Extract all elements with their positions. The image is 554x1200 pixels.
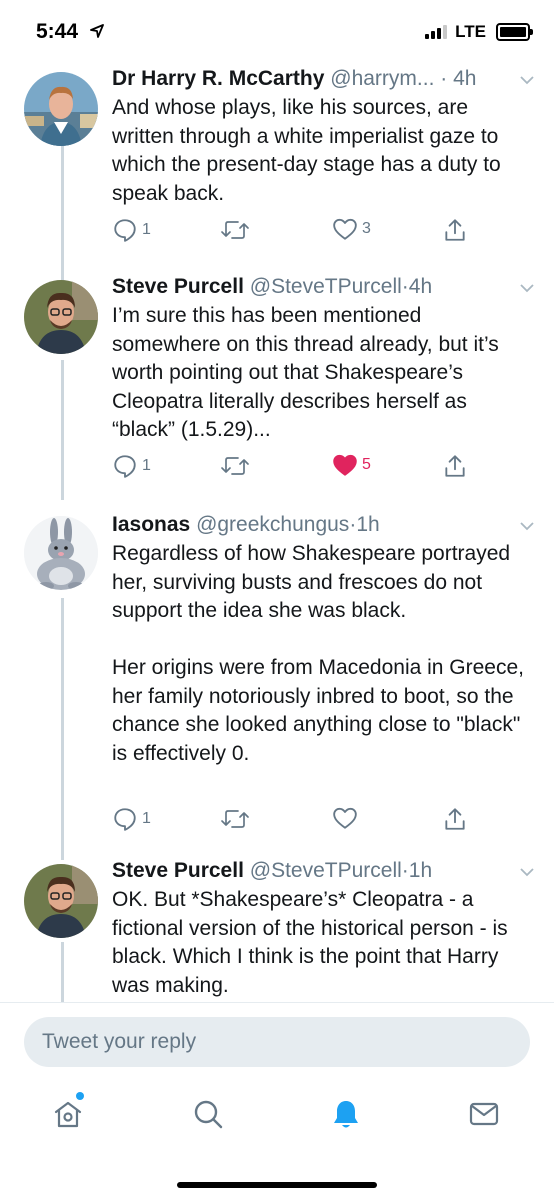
retweet-button[interactable] — [220, 217, 254, 243]
reply-button[interactable]: 1 — [112, 453, 151, 479]
thread-connector — [61, 598, 64, 860]
tweet-actions: 1 5 — [112, 453, 532, 483]
share-button[interactable] — [442, 453, 468, 479]
tweet-actions: 1 — [112, 806, 532, 836]
home-icon — [54, 1101, 82, 1128]
timestamp[interactable]: 1h — [356, 513, 379, 536]
reply-count: 1 — [142, 457, 151, 474]
reply-button[interactable]: 1 — [112, 217, 151, 243]
new-content-dot — [76, 1092, 84, 1100]
tweet-header: Steve Purcell @SteveTPurcell·4h — [112, 274, 532, 300]
avatar[interactable] — [24, 280, 98, 354]
handle[interactable]: @SteveTPurcell — [250, 859, 402, 882]
search-icon — [194, 1100, 223, 1129]
tab-search[interactable] — [188, 1094, 228, 1134]
chevron-down-icon[interactable] — [520, 284, 534, 293]
tab-home[interactable] — [48, 1092, 88, 1134]
separator-dot: · — [440, 67, 448, 90]
share-icon — [445, 219, 465, 241]
chevron-down-icon[interactable] — [520, 76, 534, 85]
separator-dot: · — [401, 275, 409, 298]
heart-icon — [333, 218, 357, 240]
tab-messages[interactable] — [464, 1094, 504, 1134]
share-button[interactable] — [442, 217, 468, 243]
retweet-icon — [221, 810, 249, 828]
thread-connector — [61, 942, 64, 1002]
heart-filled-icon — [333, 454, 357, 476]
handle[interactable]: @harrym... — [330, 67, 434, 90]
tweet-text: Regardless of how Shakespeare portrayed … — [112, 542, 525, 765]
avatar[interactable] — [24, 516, 98, 590]
reply-placeholder: Tweet your reply — [42, 1030, 197, 1053]
retweet-icon — [221, 457, 249, 475]
like-button[interactable] — [332, 806, 362, 830]
network-label: LTE — [455, 22, 486, 41]
avatar[interactable] — [24, 864, 98, 938]
avatar[interactable] — [24, 72, 98, 146]
reply-count: 1 — [142, 810, 151, 827]
reply-button[interactable]: 1 — [112, 806, 151, 832]
messages-icon — [469, 1102, 499, 1126]
tweet-header: Dr Harry R. McCarthy @harrym... · 4h — [112, 66, 532, 92]
heart-icon — [333, 807, 357, 829]
status-bar: 5:44 LTE — [0, 0, 554, 66]
handle[interactable]: @greekchungus — [196, 513, 349, 536]
display-name[interactable]: Iasonas — [112, 513, 190, 536]
display-name[interactable]: Steve Purcell — [112, 859, 244, 882]
tab-bar — [0, 1072, 554, 1200]
tweet-header: Iasonas @greekchungus·1h — [112, 512, 532, 538]
location-arrow-icon — [90, 24, 104, 38]
reply-count: 1 — [142, 221, 151, 238]
tweet-text: And whose plays, like his sources, are w… — [112, 96, 507, 205]
retweet-button[interactable] — [220, 453, 254, 479]
reply-thread[interactable]: Dr Harry R. McCarthy @harrym... · 4h And… — [0, 66, 554, 1002]
retweet-icon — [221, 221, 249, 239]
tweet-header: Steve Purcell @SteveTPurcell·1h — [112, 858, 532, 884]
handle[interactable]: @SteveTPurcell — [250, 275, 402, 298]
notifications-icon — [334, 1101, 358, 1128]
home-indicator[interactable] — [177, 1182, 377, 1188]
status-indicators: LTE — [425, 22, 533, 42]
like-count: 3 — [362, 220, 371, 237]
like-button[interactable]: 5 — [332, 453, 371, 477]
chevron-down-icon[interactable] — [520, 522, 534, 531]
reply-icon — [114, 219, 136, 242]
tweet-actions: 1 3 — [112, 217, 532, 247]
display-name[interactable]: Steve Purcell — [112, 275, 244, 298]
status-time: 5:44 — [36, 20, 79, 43]
tweet-content: Dr Harry R. McCarthy @harrym... · 4h And… — [112, 66, 532, 208]
timestamp[interactable]: 4h — [453, 67, 476, 90]
share-button[interactable] — [442, 806, 468, 832]
signal-icon — [425, 25, 448, 39]
share-icon — [445, 808, 465, 830]
reply-input[interactable]: Tweet your reply — [24, 1017, 530, 1067]
retweet-button[interactable] — [220, 806, 254, 832]
thread-connector — [61, 360, 64, 500]
battery-icon — [496, 23, 533, 41]
tweet-content: Iasonas @greekchungus·1h Regardless of h… — [112, 512, 532, 768]
tweet-content: Steve Purcell @SteveTPurcell·1h OK. But … — [112, 858, 532, 1000]
tweet-text: OK. But *Shakespeare’s* Cleopatra - a fi… — [112, 888, 514, 997]
tweet-content: Steve Purcell @SteveTPurcell·4h I’m sure… — [112, 274, 532, 445]
like-count: 5 — [362, 456, 371, 473]
reply-composer: Tweet your reply — [0, 1002, 554, 1073]
share-icon — [445, 455, 465, 477]
chevron-down-icon[interactable] — [520, 868, 534, 877]
timestamp[interactable]: 1h — [409, 859, 432, 882]
tweet-text: I’m sure this has been mentioned somewhe… — [112, 304, 505, 441]
like-button[interactable]: 3 — [332, 217, 371, 241]
display-name[interactable]: Dr Harry R. McCarthy — [112, 67, 324, 90]
separator-dot: · — [401, 859, 409, 882]
tab-notifications[interactable] — [326, 1094, 366, 1134]
reply-icon — [114, 808, 136, 831]
reply-icon — [114, 455, 136, 478]
timestamp[interactable]: 4h — [409, 275, 432, 298]
